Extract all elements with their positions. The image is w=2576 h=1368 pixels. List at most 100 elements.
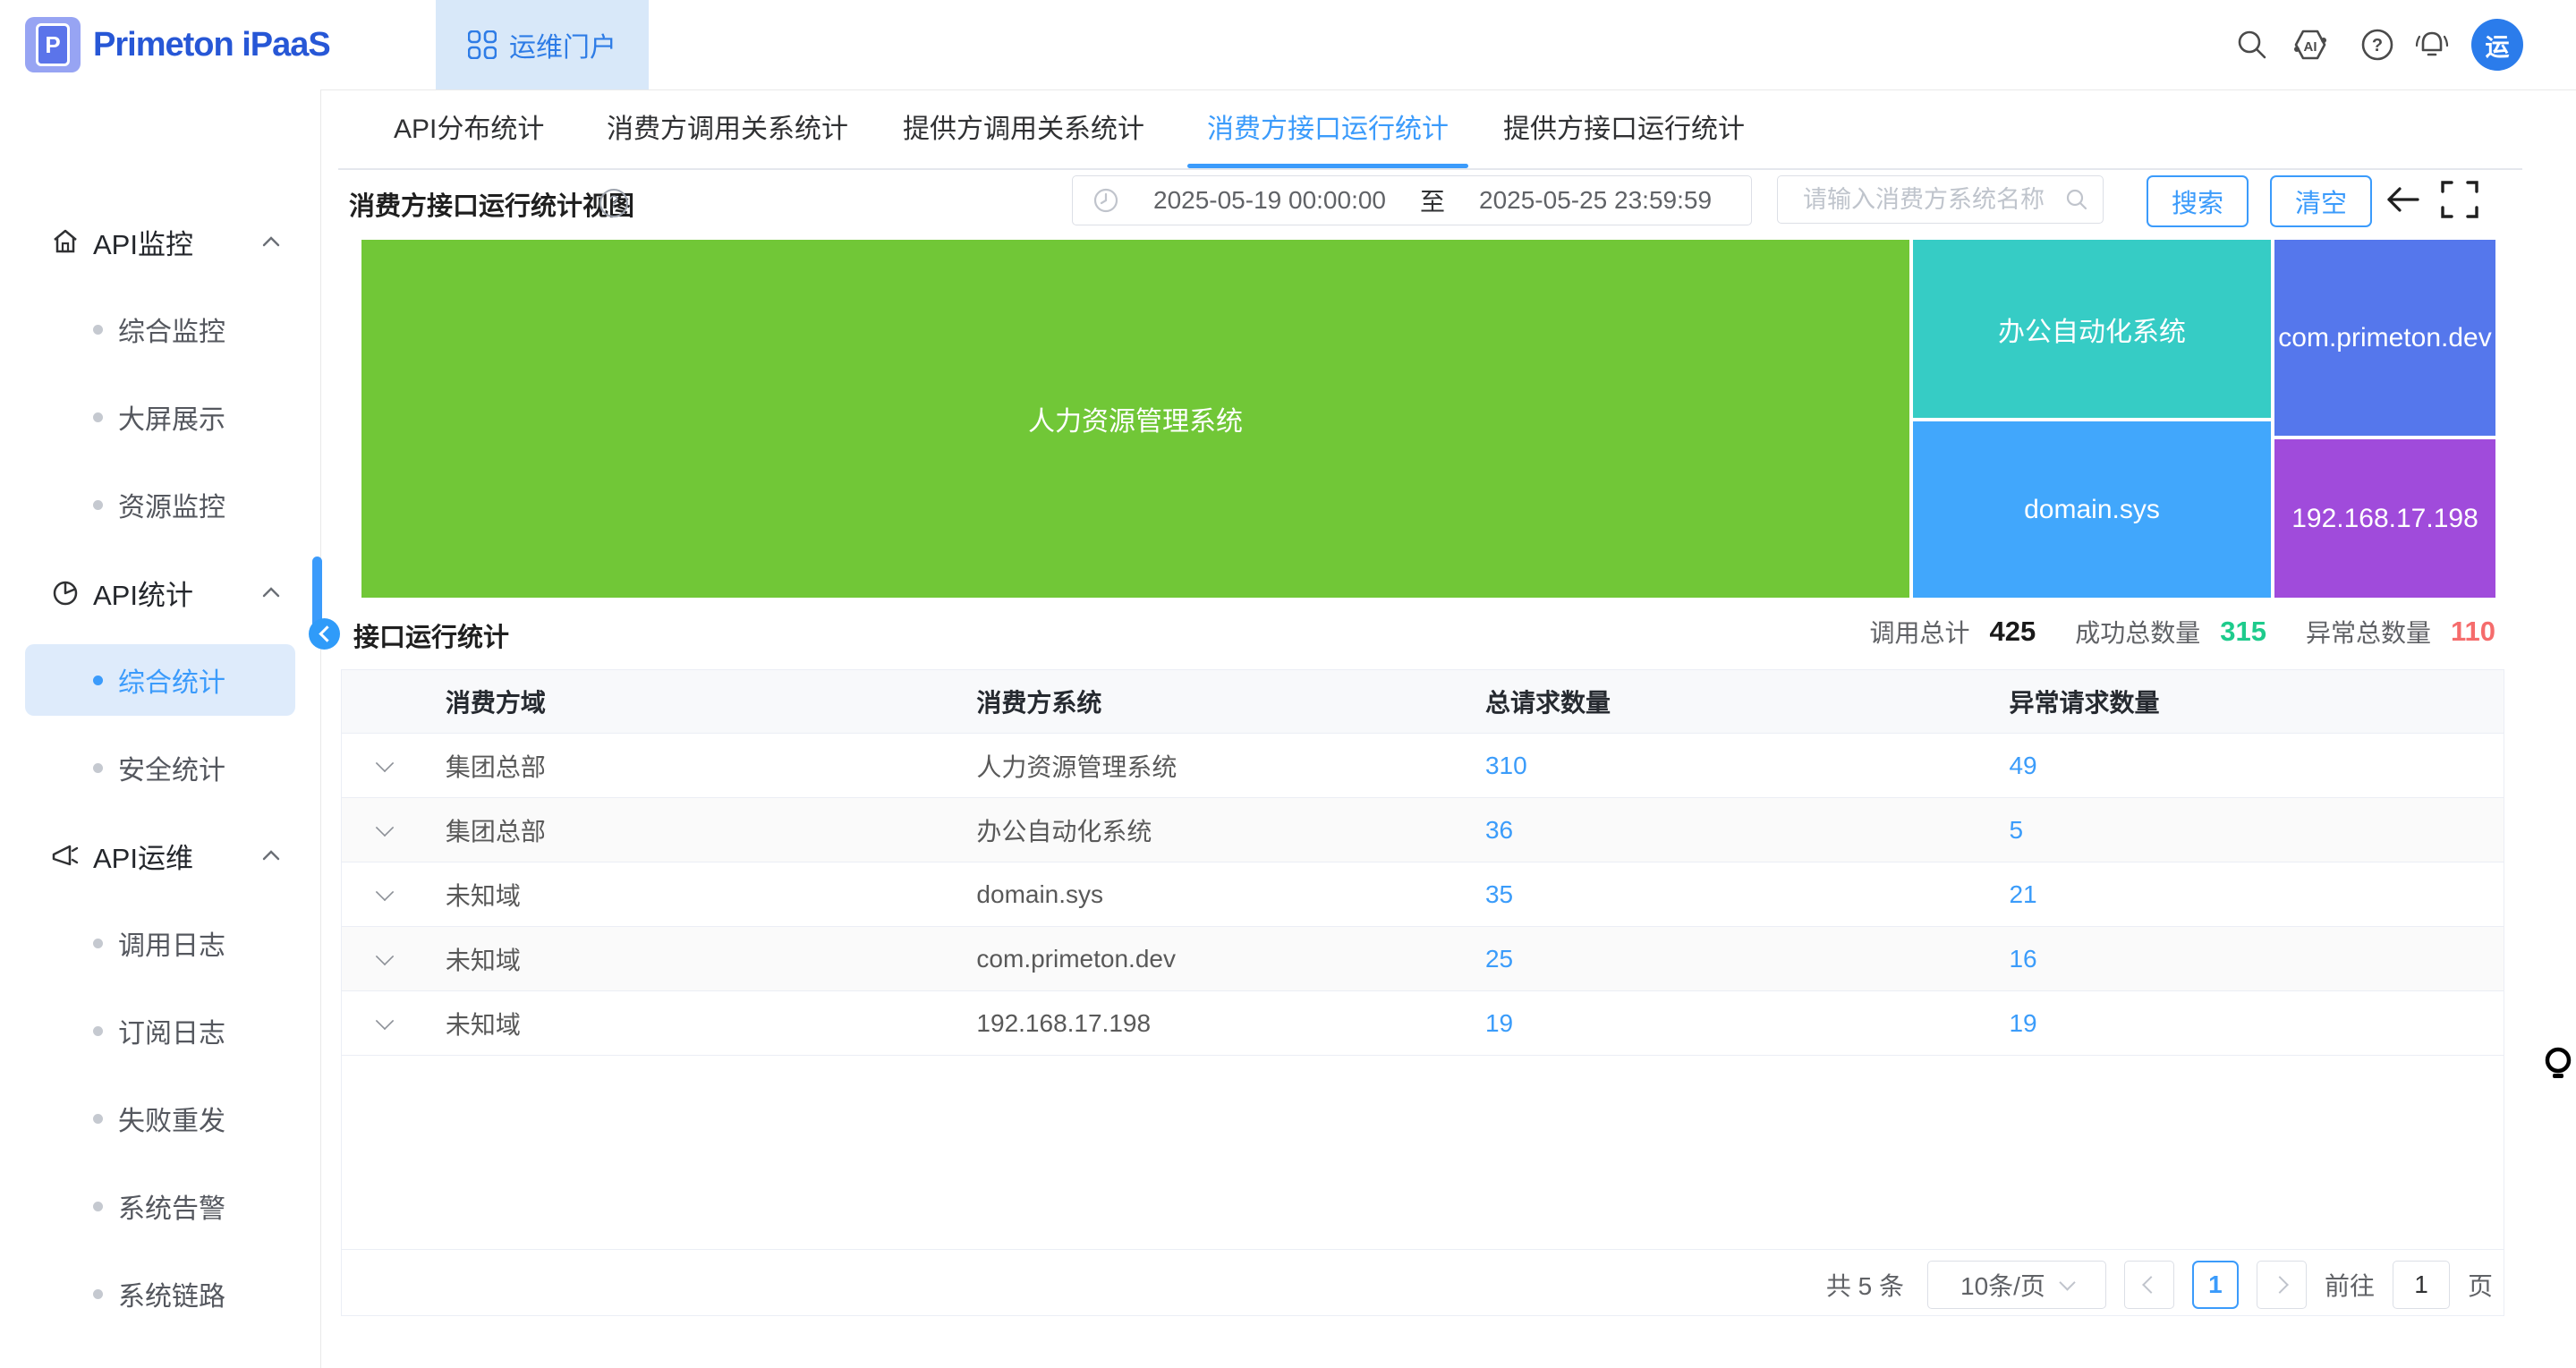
col-consumer-domain: 消费方域 — [428, 684, 959, 719]
cell-total-link[interactable]: 25 — [1485, 945, 1513, 973]
cell-errors-link[interactable]: 49 — [2009, 752, 2036, 779]
tab-api-distribution[interactable]: API分布统计 — [394, 92, 544, 167]
view-title: 消费方接口运行统计视图 — [349, 185, 634, 223]
consumer-treemap-chart: 人力资源管理系统 办公自动化系统 domain.sys com.primeton… — [361, 240, 2495, 598]
top-header: P Primeton iPaaS 运维门户 AI ? — [0, 0, 2576, 90]
portal-tab-label: 运维门户 — [509, 25, 616, 64]
treemap-block-hr-system[interactable]: 人力资源管理系统 — [361, 240, 1909, 598]
cell-errors-link[interactable]: 5 — [2009, 816, 2023, 844]
consumer-search-input[interactable] — [1777, 175, 2104, 224]
tab-consumer-relation[interactable]: 消费方调用关系统计 — [607, 92, 848, 167]
date-end-value[interactable]: 2025-05-25 23:59:59 — [1479, 186, 1712, 215]
treemap-block-domain-sys[interactable]: domain.sys — [1913, 421, 2271, 598]
sidebar-group-api-stats[interactable]: API统计 — [0, 557, 320, 628]
treemap-block-oa-system[interactable]: 办公自动化系统 — [1913, 240, 2271, 418]
page-unit-label: 页 — [2468, 1267, 2493, 1303]
sidebar-item-resource-monitor[interactable]: 资源监控 — [0, 469, 320, 540]
lightbulb-widget-icon[interactable] — [2544, 1047, 2574, 1086]
bullet-icon — [93, 1202, 103, 1211]
treemap-block-ip-system[interactable]: 192.168.17.198 — [2274, 439, 2495, 598]
row-expand-icon[interactable] — [376, 818, 394, 836]
page-size-select[interactable]: 10条/页 — [1927, 1261, 2106, 1309]
sidebar-item-monitor-overview[interactable]: 综合监控 — [0, 293, 320, 365]
sidebar-group-api-monitor[interactable]: API监控 — [0, 206, 320, 277]
sidebar-item-security-stats[interactable]: 安全统计 — [0, 732, 320, 803]
ai-badge-text: AI — [2304, 39, 2317, 55]
sidebar-item-label: 系统告警 — [118, 1186, 225, 1226]
stats-tab-bar: API分布统计 消费方调用关系统计 提供方调用关系统计 消费方接口运行统计 提供… — [338, 92, 2522, 170]
page-size-value: 10条/页 — [1960, 1267, 2045, 1303]
sidebar-item-system-trace[interactable]: 系统链路 — [0, 1258, 320, 1330]
cell-total-link[interactable]: 19 — [1485, 1009, 1513, 1037]
cell-domain: 未知域 — [428, 941, 959, 977]
row-expand-icon[interactable] — [376, 753, 394, 771]
treemap-label: 192.168.17.198 — [2291, 504, 2478, 534]
current-page-button[interactable]: 1 — [2192, 1261, 2239, 1309]
search-input-icon — [2064, 187, 2089, 212]
home-icon — [50, 226, 81, 257]
sidebar-item-system-alerts[interactable]: 系统告警 — [0, 1170, 320, 1242]
help-icon[interactable]: ? — [2359, 26, 2396, 64]
cell-total-link[interactable]: 36 — [1485, 816, 1513, 844]
sidebar-item-retry-failed[interactable]: 失败重发 — [0, 1083, 320, 1154]
sidebar-group-label: API监控 — [93, 222, 193, 262]
bullet-icon — [93, 763, 103, 773]
table-row: 未知域 com.primeton.dev 25 16 — [342, 927, 2504, 991]
date-separator: 至 — [1420, 183, 1445, 218]
megaphone-icon — [50, 840, 81, 871]
cell-errors-link[interactable]: 16 — [2009, 945, 2036, 973]
clear-button[interactable]: 清空 — [2270, 175, 2372, 227]
cell-total-link[interactable]: 35 — [1485, 880, 1513, 908]
sidebar-item-label: 安全统计 — [118, 748, 225, 787]
user-avatar[interactable]: 运 — [2471, 19, 2523, 71]
prev-page-button[interactable] — [2124, 1261, 2174, 1309]
pie-chart-icon — [50, 577, 81, 608]
sidebar-nav: API监控 综合监控 大屏展示 资源监控 API统计 — [0, 89, 321, 1368]
sidebar-item-exception-dict[interactable]: 异常字典 — [0, 1346, 320, 1368]
row-expand-icon[interactable] — [376, 947, 394, 964]
sidebar-group-api-ops[interactable]: API运维 — [0, 820, 320, 891]
search-icon[interactable] — [2233, 26, 2271, 64]
row-expand-icon[interactable] — [376, 882, 394, 900]
search-button[interactable]: 搜索 — [2147, 175, 2249, 227]
row-expand-icon[interactable] — [376, 1011, 394, 1029]
table-row: 集团总部 人力资源管理系统 310 49 — [342, 734, 2504, 798]
tab-provider-api-run[interactable]: 提供方接口运行统计 — [1503, 92, 1745, 167]
treemap-block-primeton-dev[interactable]: com.primeton.dev — [2274, 240, 2495, 436]
fullscreen-icon[interactable] — [2439, 179, 2480, 220]
bell-icon[interactable] — [2413, 26, 2451, 64]
sidebar-item-subscribe-logs[interactable]: 订阅日志 — [0, 995, 320, 1066]
help-tooltip-icon[interactable]: ? — [599, 189, 628, 217]
sidebar-item-call-logs[interactable]: 调用日志 — [0, 907, 320, 979]
tab-provider-relation[interactable]: 提供方调用关系统计 — [903, 92, 1144, 167]
date-start-value[interactable]: 2025-05-19 00:00:00 — [1153, 186, 1386, 215]
sidebar-item-label: 失败重发 — [118, 1099, 225, 1138]
cell-total-link[interactable]: 310 — [1485, 752, 1527, 779]
tab-consumer-api-run[interactable]: 消费方接口运行统计 — [1207, 92, 1449, 167]
ai-assistant-icon[interactable]: AI — [2291, 26, 2329, 64]
cell-domain: 未知域 — [428, 877, 959, 913]
bullet-icon — [93, 412, 103, 422]
table-row: 未知域 domain.sys 35 21 — [342, 862, 2504, 927]
sidebar-item-stats-overview[interactable]: 综合统计 — [0, 644, 320, 716]
logo-letter: P — [36, 23, 70, 66]
sidebar-group-label: API运维 — [93, 836, 193, 876]
cell-domain: 集团总部 — [428, 748, 959, 784]
back-arrow-icon[interactable] — [2382, 178, 2425, 221]
goto-page-input[interactable] — [2393, 1261, 2450, 1309]
next-page-button[interactable] — [2257, 1261, 2307, 1309]
cell-errors-link[interactable]: 21 — [2009, 880, 2036, 908]
chevron-right-icon — [2271, 1276, 2289, 1294]
bullet-icon — [93, 676, 103, 685]
sidebar-item-label: 资源监控 — [118, 485, 225, 524]
stat-value: 425 — [1989, 616, 2036, 648]
stat-success-total: 成功总数量 315 — [2075, 614, 2266, 650]
sidebar-collapse-button[interactable] — [309, 618, 340, 650]
date-range-picker[interactable]: 2025-05-19 00:00:00 至 2025-05-25 23:59:5… — [1072, 175, 1752, 225]
sidebar-item-label: 系统链路 — [118, 1274, 225, 1313]
treemap-label: 办公自动化系统 — [1998, 310, 2186, 349]
cell-errors-link[interactable]: 19 — [2009, 1009, 2036, 1037]
portal-tab-ops[interactable]: 运维门户 — [436, 0, 649, 89]
cell-domain: 未知域 — [428, 1006, 959, 1041]
sidebar-item-bigscreen[interactable]: 大屏展示 — [0, 381, 320, 453]
